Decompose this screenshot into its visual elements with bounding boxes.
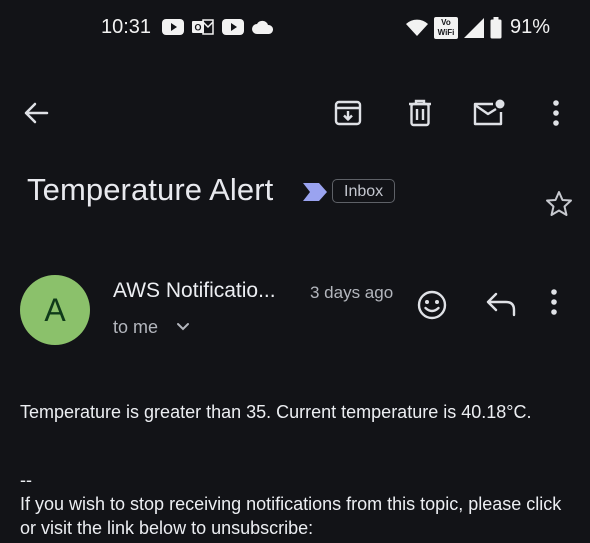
star-icon: [546, 191, 572, 216]
email-body: Temperature is greater than 35. Current …: [20, 402, 532, 422]
vowifi-bottom-text: WiFi: [437, 27, 455, 37]
more-vert-icon: [551, 289, 557, 315]
vowifi-icon: Vo WiFi: [434, 16, 458, 39]
reply-icon: [486, 292, 516, 317]
back-button[interactable]: [18, 95, 54, 131]
signal-icon: [464, 17, 484, 38]
add-reaction-button[interactable]: [414, 287, 450, 328]
outlook-icon: O: [192, 19, 214, 35]
delete-button[interactable]: [402, 95, 438, 131]
youtube-icon: [162, 19, 184, 35]
battery-icon: [490, 16, 502, 38]
message-more-options-button[interactable]: [550, 289, 558, 320]
mark-unread-button[interactable]: [471, 95, 507, 131]
importance-marker-icon: [303, 183, 327, 201]
inbox-label-chip[interactable]: Inbox: [332, 179, 396, 203]
wifi-icon: [406, 19, 428, 36]
status-notification-icons: O: [162, 18, 274, 36]
unsubscribe-text: If you wish to stop receiving notificati…: [20, 494, 562, 538]
email-subject: Temperature Alert: [27, 172, 274, 207]
battery-percentage: 91%: [510, 16, 551, 38]
email-toolbar: [0, 85, 590, 141]
emoji-icon: [417, 290, 447, 320]
status-time: 10:31: [101, 16, 152, 38]
signature-separator: --: [20, 470, 32, 490]
recipient-label[interactable]: to me: [113, 317, 158, 338]
reply-button[interactable]: [485, 290, 517, 323]
delete-icon: [409, 99, 431, 127]
youtube-icon: [222, 19, 244, 35]
chevron-down-icon[interactable]: [176, 322, 190, 332]
cloud-icon: [252, 20, 274, 34]
svg-text:O: O: [194, 23, 201, 33]
back-arrow-icon: [24, 102, 49, 124]
vowifi-top-text: Vo: [441, 17, 451, 27]
archive-icon: [334, 100, 362, 126]
status-bar: 10:31 O Vo WiFi 91%: [0, 0, 590, 58]
more-vert-icon: [553, 100, 559, 126]
status-system-icons: Vo WiFi 91%: [406, 16, 550, 39]
mark-unread-icon: [473, 99, 505, 126]
email-date: 3 days ago: [310, 283, 394, 302]
star-button[interactable]: [545, 190, 573, 222]
more-options-button[interactable]: [538, 95, 574, 131]
archive-button[interactable]: [330, 95, 366, 131]
sender-name[interactable]: AWS Notificatio...: [113, 279, 276, 303]
sender-avatar[interactable]: A: [20, 275, 90, 345]
